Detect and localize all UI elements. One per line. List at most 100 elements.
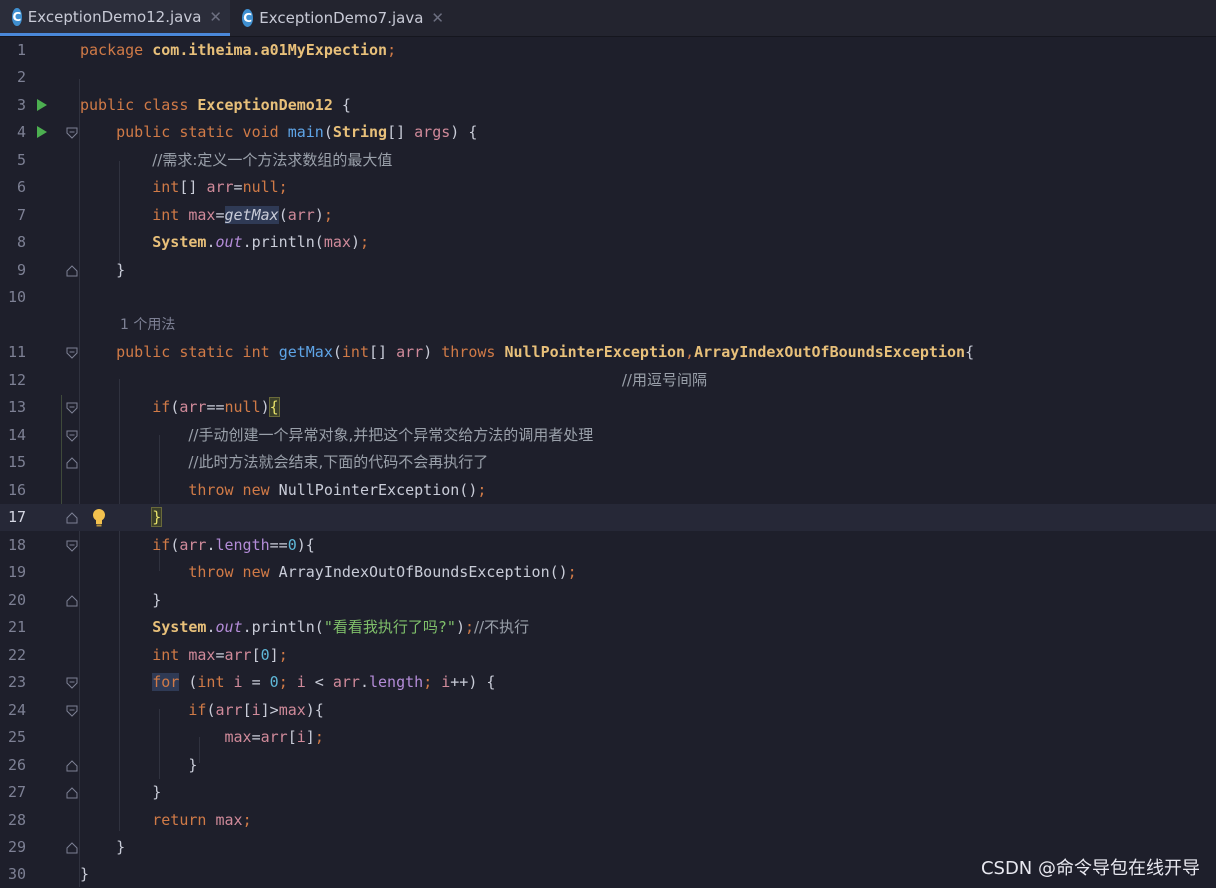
- run-icon[interactable]: [37, 126, 47, 138]
- line-code: for (int i = 0; i < arr.length; i++) {: [152, 673, 496, 691]
- line-code: //需求:定义一个方法求数组的最大值: [152, 151, 393, 169]
- code-line[interactable]: 16 throw new NullPointerException();: [0, 477, 1216, 504]
- code-editor[interactable]: 1 package com.itheima.a01MyExpection; 2 …: [0, 37, 1216, 888]
- fold-icon[interactable]: [66, 595, 78, 607]
- line-code: }: [80, 783, 162, 801]
- code-line[interactable]: 13 if(arr==null){: [0, 394, 1216, 421]
- close-icon[interactable]: ✕: [209, 8, 222, 26]
- run-icon[interactable]: [37, 99, 47, 111]
- java-class-icon: C: [12, 7, 22, 26]
- fold-icon[interactable]: [66, 705, 78, 717]
- line-number: 4: [16, 123, 26, 141]
- line-code: throw new ArrayIndexOutOfBoundsException…: [188, 563, 577, 581]
- close-icon[interactable]: ✕: [431, 9, 444, 27]
- line-number: 25: [7, 728, 26, 746]
- line-number: 5: [16, 151, 26, 169]
- usage-hint[interactable]: 1 个用法: [120, 312, 175, 339]
- code-line[interactable]: 1 package com.itheima.a01MyExpection;: [0, 37, 1216, 64]
- line-code: package com.itheima.a01MyExpection;: [80, 41, 397, 59]
- fold-icon[interactable]: [66, 787, 78, 799]
- line-number: 21: [7, 618, 26, 636]
- line-number: 7: [16, 206, 26, 224]
- code-line[interactable]: 21 System.out.println("看看我执行了吗?");//不执行: [0, 614, 1216, 641]
- code-line[interactable]: 24 if(arr[i]>max){: [0, 697, 1216, 724]
- code-line[interactable]: 5 //需求:定义一个方法求数组的最大值: [0, 147, 1216, 174]
- fold-icon[interactable]: [66, 760, 78, 772]
- line-code: return max;: [152, 811, 252, 829]
- code-line[interactable]: 10: [0, 284, 1216, 311]
- tab-label: ExceptionDemo7.java: [259, 9, 424, 27]
- line-number: 9: [16, 261, 26, 279]
- fold-icon[interactable]: [66, 430, 78, 442]
- fold-icon[interactable]: [66, 127, 78, 139]
- code-line[interactable]: 14 //手动创建一个异常对象,并把这个异常交给方法的调用者处理: [0, 422, 1216, 449]
- line-code: //手动创建一个异常对象,并把这个异常交给方法的调用者处理: [188, 426, 594, 444]
- code-line[interactable]: 19 throw new ArrayIndexOutOfBoundsExcept…: [0, 559, 1216, 586]
- line-number: 8: [16, 233, 26, 251]
- line-code: //用逗号间隔: [621, 371, 707, 389]
- line-code: int[] arr=null;: [152, 178, 288, 196]
- line-number: 24: [7, 701, 26, 719]
- line-number: 17: [7, 508, 26, 526]
- code-line[interactable]: 28 return max;: [0, 807, 1216, 834]
- line-number: 19: [7, 563, 26, 581]
- code-line[interactable]: 27 }: [0, 779, 1216, 806]
- code-line[interactable]: 3 public class ExceptionDemo12 {: [0, 92, 1216, 119]
- line-code: public static int getMax(int[] arr) thro…: [116, 343, 975, 361]
- code-line-current[interactable]: 17 }: [0, 504, 1216, 531]
- tab-exceptiondemo7[interactable]: C ExceptionDemo7.java ✕: [230, 0, 452, 36]
- line-code: if(arr.length==0){: [152, 536, 315, 554]
- line-number: 3: [16, 96, 26, 114]
- line-number: 23: [7, 673, 26, 691]
- line-number: 13: [7, 398, 26, 416]
- line-code: public class ExceptionDemo12 {: [80, 96, 351, 114]
- code-line[interactable]: 12 //用逗号间隔: [0, 367, 1216, 394]
- fold-icon[interactable]: [66, 512, 78, 524]
- code-line[interactable]: 18 if(arr.length==0){: [0, 532, 1216, 559]
- tab-exceptiondemo12[interactable]: C ExceptionDemo12.java ✕: [0, 0, 230, 36]
- line-number: 1: [16, 41, 26, 59]
- line-number: 20: [7, 591, 26, 609]
- line-number: 15: [7, 453, 26, 471]
- fold-icon[interactable]: [66, 540, 78, 552]
- fold-icon[interactable]: [66, 347, 78, 359]
- code-line[interactable]: 26 }: [0, 752, 1216, 779]
- editor-tab-bar: C ExceptionDemo12.java ✕ C ExceptionDemo…: [0, 0, 1216, 37]
- line-number: 2: [16, 68, 26, 86]
- line-code: int max=getMax(arr);: [152, 206, 333, 224]
- code-line[interactable]: 25 max=arr[i];: [0, 724, 1216, 751]
- code-line[interactable]: 23 for (int i = 0; i < arr.length; i++) …: [0, 669, 1216, 696]
- line-code: }: [80, 865, 90, 883]
- line-code: }: [80, 838, 126, 856]
- line-number: 11: [7, 343, 26, 361]
- code-line[interactable]: 4 public static void main(String[] args)…: [0, 119, 1216, 146]
- line-code: System.out.println("看看我执行了吗?");//不执行: [152, 618, 530, 636]
- line-code: }: [80, 756, 198, 774]
- watermark: CSDN @命令导包在线开导: [980, 858, 1200, 879]
- code-line[interactable]: 6 int[] arr=null;: [0, 174, 1216, 201]
- code-line[interactable]: 11 public static int getMax(int[] arr) t…: [0, 339, 1216, 366]
- code-line[interactable]: 9 }: [0, 257, 1216, 284]
- line-number: 26: [7, 756, 26, 774]
- fold-icon[interactable]: [66, 457, 78, 469]
- java-class-icon: C: [242, 9, 254, 27]
- line-code: throw new NullPointerException();: [188, 481, 487, 499]
- fold-icon[interactable]: [66, 842, 78, 854]
- code-line[interactable]: 15 //此时方法就会结束,下面的代码不会再执行了: [0, 449, 1216, 476]
- code-line[interactable]: 7 int max=getMax(arr);: [0, 202, 1216, 229]
- code-line[interactable]: 22 int max=arr[0];: [0, 642, 1216, 669]
- line-number: 14: [7, 426, 26, 444]
- code-line[interactable]: 2: [0, 64, 1216, 91]
- fold-icon[interactable]: [66, 677, 78, 689]
- line-number: 18: [7, 536, 26, 554]
- code-line[interactable]: 8 System.out.println(max);: [0, 229, 1216, 256]
- code-line[interactable]: 20 }: [0, 587, 1216, 614]
- line-code: }: [80, 261, 126, 279]
- line-number: 28: [7, 811, 26, 829]
- line-code: }: [151, 507, 163, 527]
- fold-icon[interactable]: [66, 402, 78, 414]
- fold-icon[interactable]: [66, 265, 78, 277]
- line-number: 10: [7, 288, 26, 306]
- line-code: int max=arr[0];: [152, 646, 288, 664]
- line-code: if(arr==null){: [152, 397, 280, 417]
